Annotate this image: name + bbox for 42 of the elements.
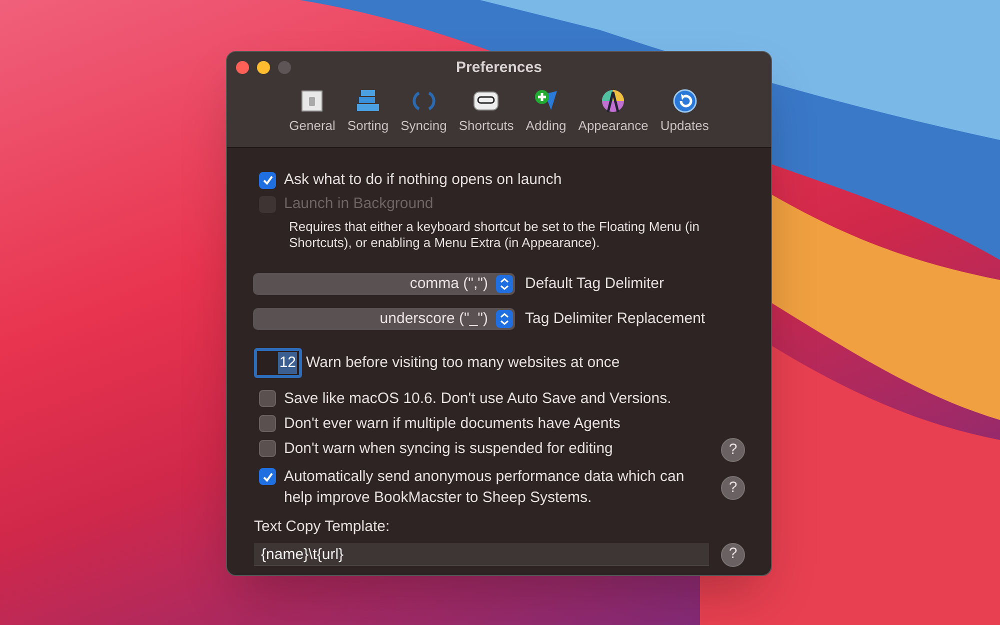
field-label: Text Copy Template:: [254, 517, 391, 537]
toolbar-tab[interactable]: Appearance: [574, 88, 652, 136]
checkmark-icon: [262, 470, 274, 482]
checkbox-label: Don't ever warn if multiple documents have Agents: [284, 414, 622, 434]
help-button[interactable]: ?: [721, 476, 745, 500]
number-field[interactable]: 12: [254, 348, 302, 378]
checkbox-label: Launch in Background: [284, 194, 434, 214]
field-label: Warn before visiting too many websites at once: [306, 352, 620, 373]
checkbox-label: Automatically send anonymous performance data which can help improve BookMacster to Sheep Systems.: [284, 467, 686, 508]
help-note: Requires that either a keyboard shortcut be set to the Floating Menu (in Shortcuts), or enabling a Menu Extra (in Appearance).: [289, 219, 700, 251]
stacked-layers-icon: [355, 88, 382, 114]
update-icon: [672, 88, 698, 114]
checkbox[interactable]: [259, 468, 276, 485]
close-button[interactable]: [236, 61, 249, 74]
minimize-button[interactable]: [257, 61, 270, 74]
switch-icon: [299, 88, 326, 114]
checkbox[interactable]: [259, 415, 276, 432]
stepper-icon: [496, 275, 513, 294]
toolbar-tab[interactable]: Updates: [656, 88, 713, 136]
toolbar-tab[interactable]: General: [285, 88, 340, 136]
text-field[interactable]: {name}\t{url}: [254, 543, 709, 566]
checkbox[interactable]: [259, 172, 276, 188]
help-button[interactable]: ?: [721, 542, 745, 566]
stepper-icon: [496, 310, 513, 328]
dropdown-label: Tag Delimiter Replacement: [525, 308, 706, 328]
window-title: Preferences: [456, 58, 542, 78]
toolbar-tab[interactable]: Shortcuts: [454, 88, 518, 136]
dropdown-label: Default Tag Delimiter: [525, 274, 664, 294]
zoom-button[interactable]: [278, 61, 291, 74]
toolbar-tab[interactable]: Sorting: [343, 88, 393, 136]
dropdown[interactable]: underscore ("_"): [253, 308, 515, 330]
toolbar-tab[interactable]: Adding: [522, 88, 570, 136]
help-button[interactable]: ?: [721, 438, 745, 462]
checkbox[interactable]: [259, 440, 276, 457]
checkbox[interactable]: [259, 390, 276, 407]
checkmark-icon: [262, 174, 274, 186]
dropdown[interactable]: comma (","): [253, 273, 515, 296]
toolbar-tab[interactable]: Syncing: [396, 88, 451, 136]
checkbox-label: Don't warn when syncing is suspended for editing: [284, 439, 614, 459]
checkbox-label: Save like macOS 10.6. Don't use Auto Save and Versions.: [284, 389, 672, 409]
color-wheel-icon: [600, 88, 626, 114]
checkbox-label: Ask what to do if nothing opens on launch: [284, 170, 562, 190]
